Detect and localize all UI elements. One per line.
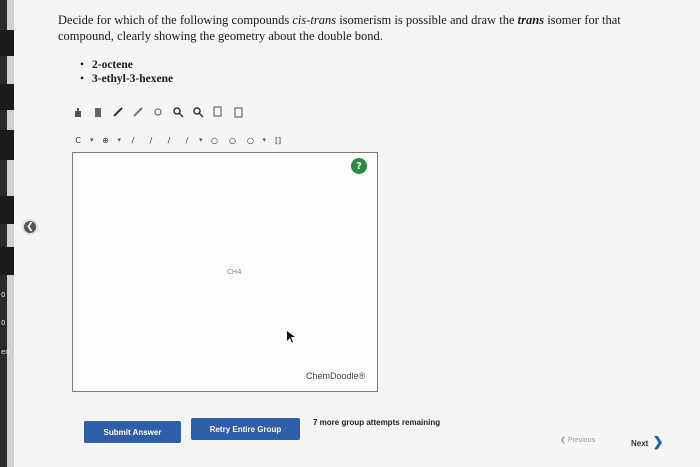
drawing-toolbar-top	[72, 104, 244, 120]
drawing-toolbar-bottom: C ▾ ⊕ ▾ / / / / ▾ ○ ○ ○ ▾ []	[72, 132, 284, 148]
ring-button[interactable]: ○	[245, 134, 257, 146]
wedge-bond-button[interactable]: /	[163, 134, 175, 146]
chevron-right-icon: ❯	[652, 434, 664, 449]
rail-block	[0, 130, 14, 160]
dropdown-caret-icon[interactable]: ▾	[263, 136, 267, 144]
rail-block	[0, 84, 14, 110]
paste-icon[interactable]	[232, 106, 244, 118]
chevron-left-icon: ❮	[26, 222, 34, 232]
collapse-sidebar-button[interactable]: ❮	[22, 219, 38, 235]
dropdown-caret-icon[interactable]: ▾	[90, 136, 94, 144]
chemdoodle-logo: ChemDoodle®	[306, 371, 366, 381]
compound-list: 2-octene 3-ethyl-3-hexene	[80, 58, 173, 86]
molecule-label: CH4	[227, 268, 242, 276]
rail-block	[0, 30, 14, 56]
previous-button[interactable]: ❮ Previous	[560, 436, 595, 444]
chemdoodle-canvas[interactable]	[72, 152, 378, 392]
question-prompt: Decide for which of the following compou…	[58, 13, 621, 43]
pencil-alt-icon[interactable]	[132, 106, 144, 118]
pencil-icon[interactable]	[112, 106, 124, 118]
charge-plus-button[interactable]: ⊕	[100, 134, 112, 146]
copy-icon[interactable]	[212, 106, 224, 118]
cursor-icon	[287, 331, 295, 343]
eraser-icon[interactable]	[92, 106, 104, 118]
rail-label: eq	[1, 348, 10, 356]
carbon-atom-button[interactable]: C	[72, 134, 84, 146]
next-button[interactable]: Next ❯	[631, 434, 663, 450]
retry-group-button[interactable]: Retry Entire Group	[191, 418, 300, 440]
bracket-button[interactable]: []	[272, 134, 284, 146]
zoom-out-icon[interactable]	[192, 106, 204, 118]
rail-block	[0, 196, 14, 224]
charge-icon[interactable]	[152, 106, 164, 118]
rail-number: 0	[1, 291, 6, 299]
rail-block	[0, 247, 14, 275]
list-item: 3-ethyl-3-hexene	[80, 72, 173, 86]
double-bond-button[interactable]: /	[145, 134, 157, 146]
single-bond-button[interactable]: /	[127, 134, 139, 146]
list-item: 2-octene	[80, 58, 173, 72]
submit-answer-button[interactable]: Submit Answer	[84, 421, 181, 443]
left-sidebar-rail: 0 0 eq	[0, 0, 14, 467]
zoom-in-icon[interactable]	[172, 106, 184, 118]
hash-bond-button[interactable]: /	[181, 134, 193, 146]
hand-icon[interactable]	[72, 106, 84, 118]
chevron-left-icon: ❮	[560, 437, 566, 444]
dropdown-caret-icon[interactable]: ▾	[199, 136, 203, 144]
attempts-remaining: 7 more group attempts remaining	[313, 418, 441, 427]
rail-number: 0	[1, 319, 6, 327]
dropdown-caret-icon[interactable]: ▾	[118, 136, 122, 144]
ring-button[interactable]: ○	[227, 134, 239, 146]
ring-button[interactable]: ○	[209, 134, 221, 146]
help-icon[interactable]: ?	[351, 158, 367, 174]
